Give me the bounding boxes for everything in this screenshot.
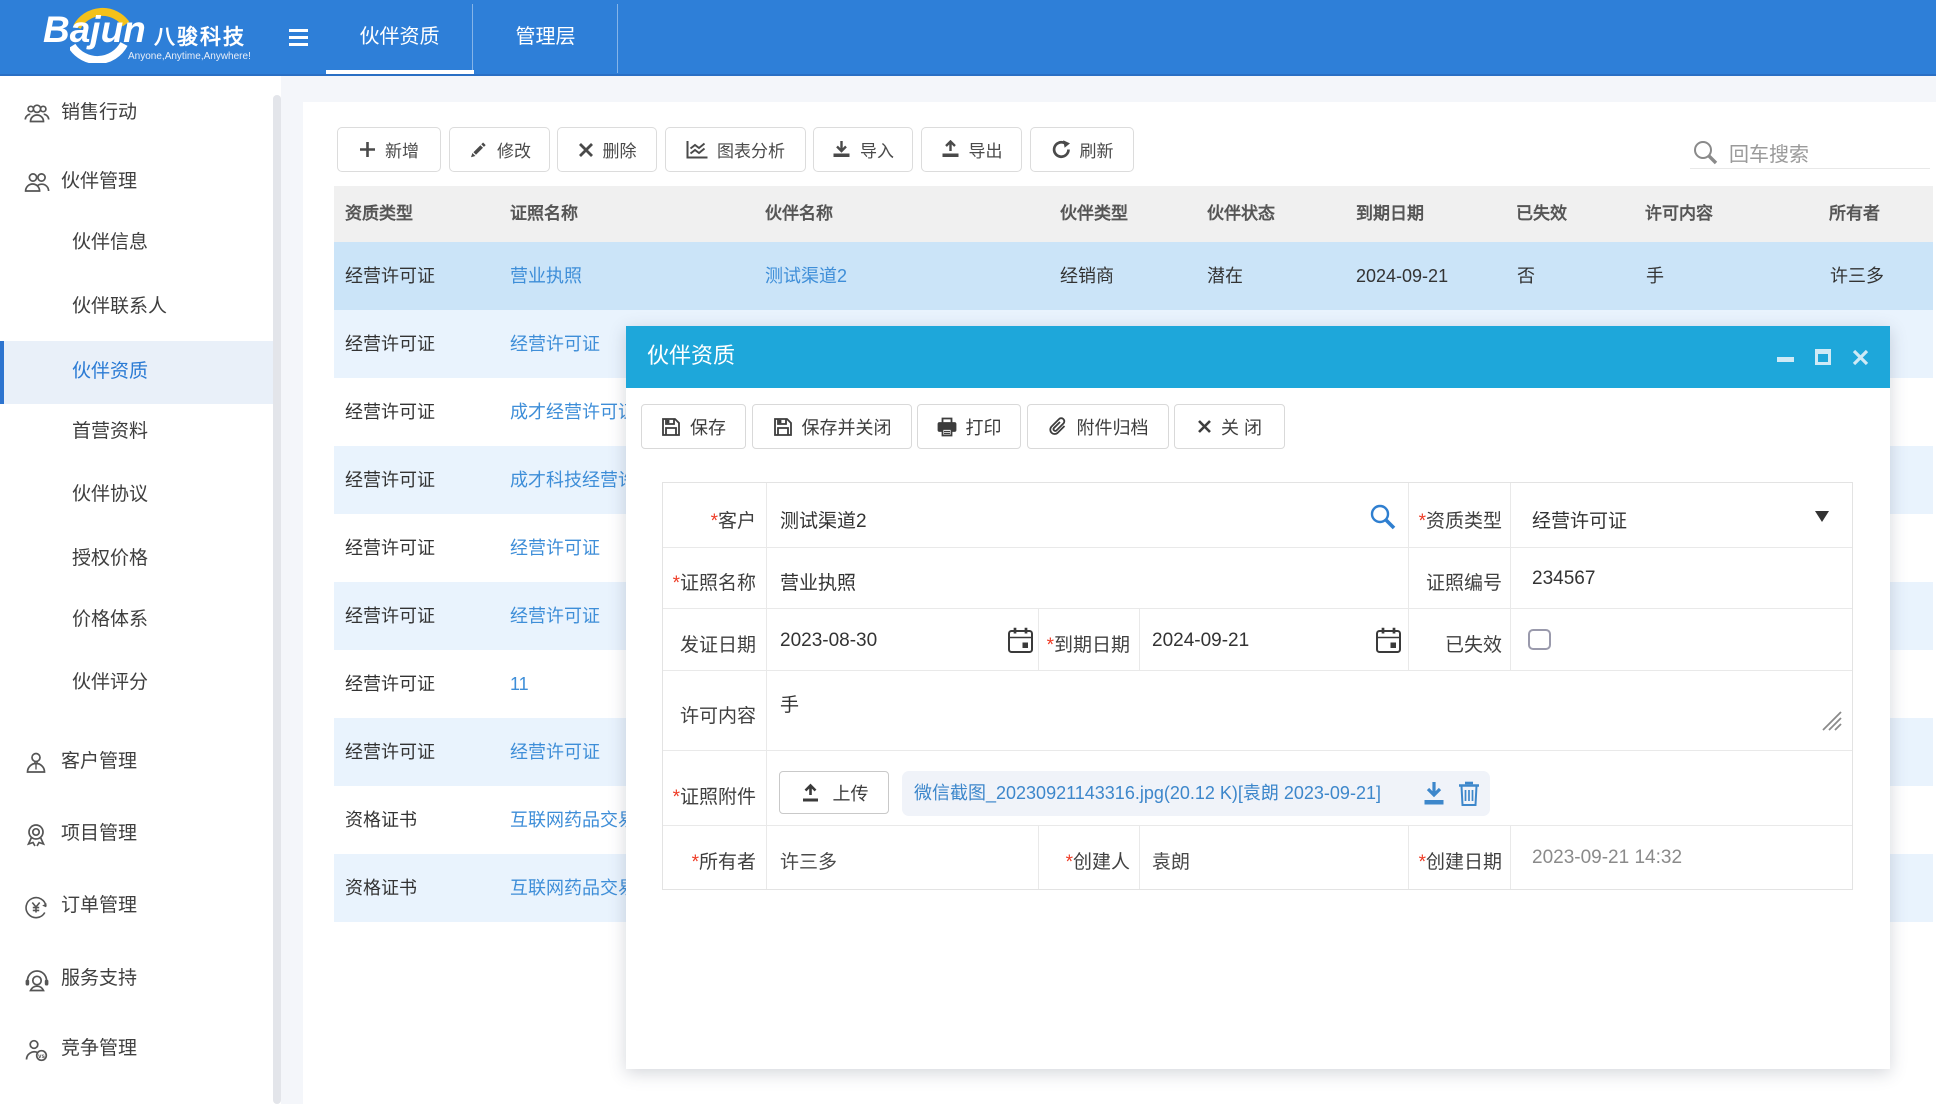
svg-text:vs: vs (38, 1054, 45, 1060)
